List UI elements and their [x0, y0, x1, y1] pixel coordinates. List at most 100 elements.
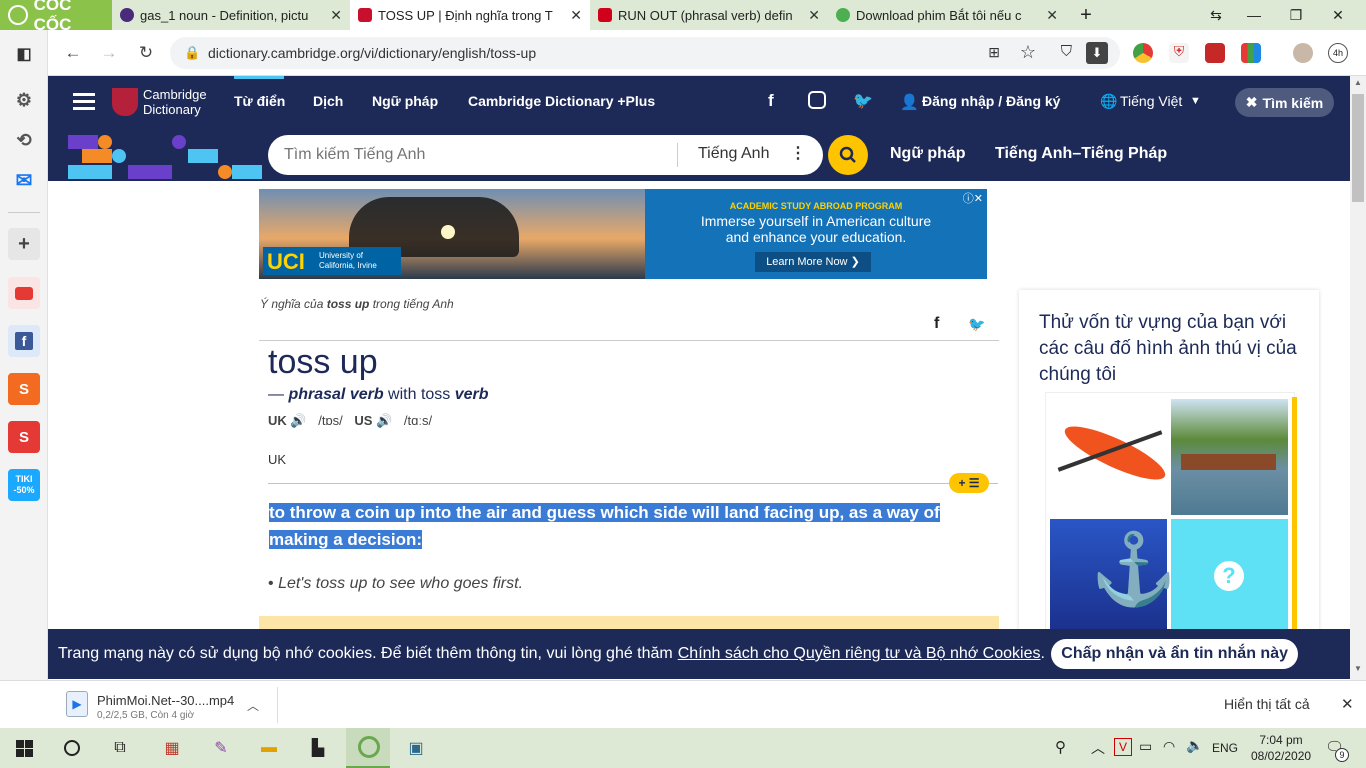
history-icon[interactable]: ⟲	[8, 124, 40, 156]
clock[interactable]: 7:04 pm 08/02/2020	[1251, 732, 1311, 764]
nav-tu-dien[interactable]: Từ điển	[234, 93, 285, 109]
back-icon[interactable]: ←	[61, 41, 85, 65]
tray-chevron-up-icon[interactable]: ︿	[1091, 738, 1105, 758]
tab-gas[interactable]: gas_1 noun - Definition, pictu ✕	[112, 0, 350, 30]
tab-toss-up[interactable]: TOSS UP | Định nghĩa trong T ✕	[350, 0, 590, 30]
app-taskbar-icon[interactable]: ▣	[402, 734, 430, 762]
uci-advertisement[interactable]: UCI University of California, Irvine ACAD…	[259, 189, 987, 279]
scroll-up-icon[interactable]: ▲	[1354, 78, 1362, 87]
search-circle-icon[interactable]	[58, 734, 86, 762]
adblock-shield-icon[interactable]: ⛨	[1169, 43, 1189, 63]
translate-icon[interactable]: ⊞	[988, 44, 1000, 61]
search-button[interactable]	[828, 135, 868, 175]
task-view-icon[interactable]: ⧉	[106, 734, 134, 762]
dictionary-select[interactable]: Tiếng Anh	[698, 145, 769, 163]
unikey-icon[interactable]: V	[1114, 738, 1132, 756]
search-input[interactable]	[284, 146, 664, 164]
star-icon[interactable]: ☆	[1020, 42, 1036, 63]
instagram-icon[interactable]	[808, 91, 826, 109]
show-all-downloads-link[interactable]: Hiển thị tất cả	[1224, 696, 1310, 712]
wifi-icon[interactable]: ◠	[1163, 738, 1175, 755]
color-ext-icon[interactable]	[1241, 43, 1261, 63]
hamburger-menu-icon[interactable]	[73, 93, 95, 110]
page-scrollbar[interactable]: ▲ ▼	[1350, 76, 1366, 680]
anchor-image[interactable]: ⚓	[1050, 519, 1177, 636]
tab-run-out[interactable]: RUN OUT (phrasal verb) defin ✕	[590, 0, 828, 30]
uk-audio-icon[interactable]: 🔊	[290, 413, 306, 428]
settings-gear-icon[interactable]: ⚙	[8, 84, 40, 116]
close-tab-icon[interactable]: ✕	[570, 7, 582, 24]
forward-icon[interactable]: →	[97, 41, 121, 65]
coccoc-brand-button[interactable]: CỐC CỐC	[0, 0, 112, 34]
sticky-notes-icon[interactable]: ▙	[304, 734, 332, 762]
us-label: US	[354, 413, 373, 428]
url-field[interactable]: 🔒 dictionary.cambridge.org/vi/dictionary…	[170, 37, 1120, 69]
tab-search-icon[interactable]: ⇆	[1196, 0, 1236, 30]
close-download-bar-icon[interactable]: ✕	[1341, 695, 1354, 713]
close-tab-icon[interactable]: ✕	[1046, 7, 1058, 24]
timer-4h-icon[interactable]: 4h	[1328, 43, 1348, 63]
chrome-ext-icon[interactable]	[1133, 43, 1153, 63]
link-anh-phap[interactable]: Tiếng Anh–Tiếng Pháp	[995, 145, 1167, 163]
share-twitter-icon[interactable]: 🐦	[968, 316, 985, 333]
shopee-icon[interactable]: S	[8, 373, 40, 405]
language-indicator[interactable]: ENG	[1212, 741, 1238, 755]
sendo-icon[interactable]: S	[8, 421, 40, 453]
calendar-app-icon[interactable]: ▦	[158, 734, 186, 762]
share-facebook-icon[interactable]: f	[934, 315, 939, 333]
close-tab-icon[interactable]: ✕	[330, 7, 342, 24]
volume-icon[interactable]: 🔈	[1186, 737, 1203, 754]
download-filename[interactable]: PhimMoi.Net--30....mp4	[97, 693, 234, 708]
nav-ngu-phap[interactable]: Ngữ pháp	[372, 93, 438, 109]
quiz-question-tile[interactable]: ?	[1171, 519, 1288, 636]
people-icon[interactable]: ⚲	[1055, 738, 1066, 756]
shield-icon[interactable]: ⛉	[1061, 43, 1072, 60]
battery-icon[interactable]: ▭	[1139, 738, 1152, 755]
coccoc-taskbar-active[interactable]	[346, 728, 390, 768]
sidebar-toggle-icon[interactable]: ◧	[8, 38, 40, 70]
quiz-card[interactable]: Thử vốn từ vựng của bạn với các câu đố h…	[1019, 290, 1319, 636]
profile-avatar[interactable]	[1293, 43, 1313, 63]
close-tab-icon[interactable]: ✕	[808, 7, 820, 24]
nav-plus[interactable]: Cambridge Dictionary +Plus	[468, 93, 655, 109]
new-tab-button[interactable]: +	[1066, 0, 1106, 30]
messenger-icon[interactable]: ✉	[8, 164, 40, 196]
cambridge-logo[interactable]: Cambridge Dictionary	[143, 87, 207, 117]
language-select[interactable]: Tiếng Việt	[1120, 93, 1182, 109]
cambridge-shield-icon	[112, 88, 138, 116]
close-window-icon[interactable]: ✕	[1318, 0, 1358, 30]
search-toggle-button[interactable]: ✖ Tìm kiếm	[1235, 88, 1334, 117]
minimize-icon[interactable]: —	[1234, 0, 1274, 30]
windows-start-icon[interactable]	[10, 734, 38, 762]
scrollbar-thumb[interactable]	[1352, 94, 1364, 202]
uci-logo: UCI University of California, Irvine	[263, 247, 401, 275]
link-ngu-phap[interactable]: Ngữ pháp	[890, 145, 966, 163]
maximize-icon[interactable]: ❐	[1276, 0, 1316, 30]
twitter-icon[interactable]: 🐦	[853, 91, 873, 111]
scroll-down-icon[interactable]: ▼	[1354, 664, 1362, 673]
ad-program: ACADEMIC STUDY ABROAD PROGRAM	[729, 201, 903, 211]
youtube-icon[interactable]	[8, 277, 40, 309]
download-icon[interactable]: ⬇	[1086, 42, 1108, 64]
facebook-icon[interactable]: f	[768, 91, 774, 111]
us-audio-icon[interactable]: 🔊	[376, 413, 392, 428]
nav-dich[interactable]: Dịch	[313, 93, 343, 109]
file-explorer-icon[interactable]: ▬	[255, 734, 283, 762]
download-chevron-up-icon[interactable]: ︿	[247, 697, 259, 714]
ad-close-icon[interactable]: ⓘ✕	[963, 190, 983, 206]
tab-download-phim[interactable]: Download phim Bắt tôi nếu c ✕	[828, 0, 1066, 30]
barge-image[interactable]	[1171, 399, 1288, 515]
privacy-policy-link[interactable]: Chính sách cho Quyền riêng tư và Bộ nhớ …	[678, 645, 1041, 663]
accept-cookies-button[interactable]: Chấp nhận và ẩn tin nhắn này	[1051, 639, 1298, 669]
add-app-icon[interactable]: +	[8, 228, 40, 260]
more-options-icon[interactable]: ⋮	[790, 143, 806, 163]
kayak-image[interactable]	[1050, 399, 1171, 515]
reload-icon[interactable]: ↻	[134, 41, 158, 65]
add-to-wordlist-button[interactable]: + ☰	[949, 473, 989, 493]
login-link[interactable]: Đăng nhập / Đăng ký	[922, 93, 1060, 109]
ad-cta-button[interactable]: Learn More Now ❯	[755, 252, 871, 272]
paint-app-icon[interactable]: ✎	[207, 734, 235, 762]
tiki-icon[interactable]: TIKI -50%	[8, 469, 40, 501]
red-ext-icon[interactable]	[1205, 43, 1225, 63]
facebook-icon[interactable]: f	[8, 325, 40, 357]
